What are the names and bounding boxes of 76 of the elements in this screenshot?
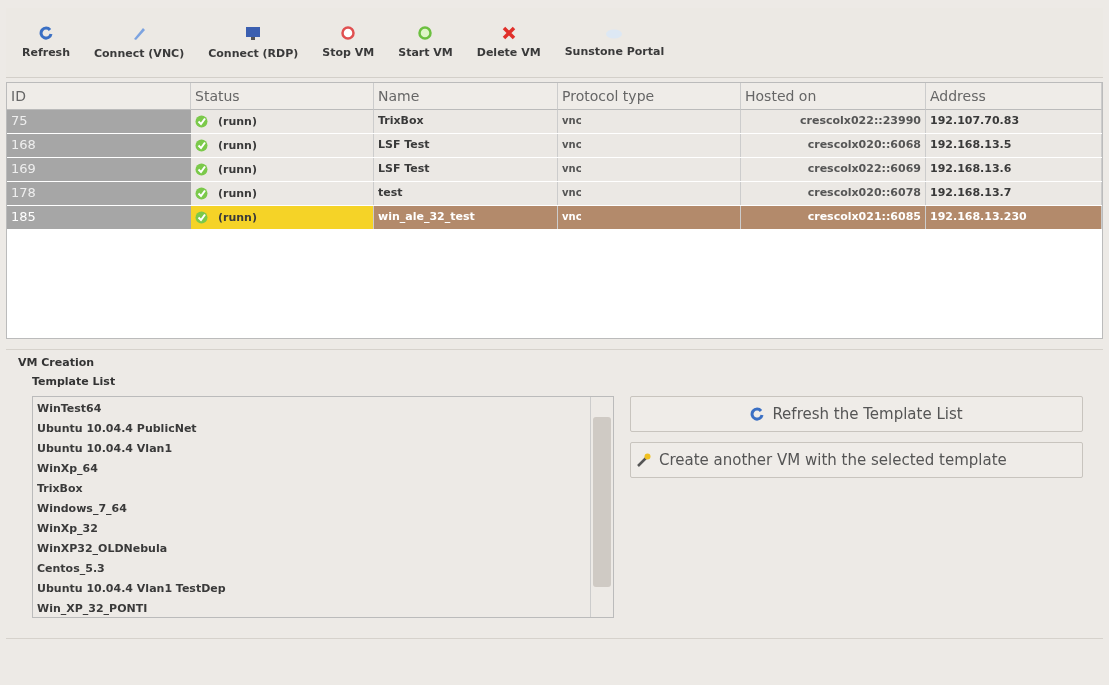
table-cell: vnc bbox=[558, 110, 741, 133]
check-icon bbox=[195, 211, 208, 224]
table-cell: LSF Test bbox=[374, 134, 558, 157]
table-cell: 192.168.13.230 bbox=[926, 206, 1102, 229]
template-item[interactable]: Ubuntu 10.04.4 PublicNet bbox=[37, 419, 586, 439]
stop-icon bbox=[341, 26, 356, 40]
toolbar-button[interactable]: Connect (VNC) bbox=[84, 23, 195, 62]
table-cell: 185 bbox=[7, 206, 191, 229]
column-header[interactable]: Hosted on bbox=[741, 83, 926, 110]
wand-icon bbox=[637, 453, 651, 467]
table-row[interactable]: 169 (runn) LSF Test vnc crescolx022::6069 192.168.13.6 bbox=[7, 158, 1102, 182]
table-cell: 169 bbox=[7, 158, 191, 181]
status-text: (runn) bbox=[218, 185, 257, 202]
table-cell: test bbox=[374, 182, 558, 205]
template-item[interactable]: TrixBox bbox=[37, 479, 586, 499]
list-label: Template List bbox=[32, 375, 117, 388]
status-text: (runn) bbox=[218, 113, 257, 130]
toolbar-button[interactable]: Refresh bbox=[12, 24, 80, 61]
table-cell: LSF Test bbox=[374, 158, 558, 181]
delete-icon bbox=[501, 26, 516, 40]
table-cell: crescolx022::6069 bbox=[741, 158, 926, 181]
scrollbar[interactable] bbox=[590, 397, 613, 617]
action-button[interactable]: Refresh the Template List bbox=[630, 396, 1083, 432]
toolbar-button[interactable]: Start VM bbox=[388, 24, 463, 61]
status-text: (runn) bbox=[218, 209, 257, 226]
table-cell: 178 bbox=[7, 182, 191, 205]
table-cell: crescolx021::6085 bbox=[741, 206, 926, 229]
template-item[interactable]: Ubuntu 10.04.4 Vlan1 TestDep bbox=[37, 579, 586, 599]
template-item[interactable]: Centos_5.3 bbox=[37, 559, 586, 579]
toolbar-button[interactable]: Delete VM bbox=[466, 24, 551, 61]
column-header[interactable]: Status bbox=[191, 83, 374, 110]
table-cell: 192.107.70.83 bbox=[926, 110, 1102, 133]
table-cell: vnc bbox=[558, 134, 741, 157]
table-row[interactable]: 178 (runn) test vnc crescolx020::6078 192.168.13.7 bbox=[7, 182, 1102, 206]
table-cell: 192.168.13.6 bbox=[926, 158, 1102, 181]
table-cell: 192.168.13.5 bbox=[926, 134, 1102, 157]
table-cell: crescolx022::23990 bbox=[741, 110, 926, 133]
table-cell: 75 bbox=[7, 110, 191, 133]
template-item[interactable]: Win_XP_32_PONTI bbox=[37, 599, 586, 619]
check-icon bbox=[195, 115, 208, 128]
start-icon bbox=[418, 26, 433, 40]
column-header[interactable]: ID bbox=[7, 83, 191, 110]
status-text: (runn) bbox=[218, 161, 257, 178]
toolbar-button[interactable]: Stop VM bbox=[312, 24, 385, 61]
table-cell: vnc bbox=[558, 182, 741, 205]
refresh-icon bbox=[750, 407, 765, 421]
refresh-icon bbox=[39, 26, 53, 40]
table-cell: vnc bbox=[558, 206, 741, 229]
check-icon bbox=[195, 163, 208, 176]
toolbar-button[interactable]: Sunstone Portal bbox=[554, 25, 675, 60]
status-text: (runn) bbox=[218, 137, 257, 154]
action-button[interactable]: Create another VM with the selected template bbox=[630, 442, 1083, 478]
table-row[interactable]: 168 (runn) LSF Test vnc crescolx020::6068 192.168.13.5 bbox=[7, 134, 1102, 158]
table-row[interactable]: 185 (runn) win_ale_32_test vnc crescolx021::6085 192.168.13.230 bbox=[7, 206, 1102, 230]
table-cell: win_ale_32_test bbox=[374, 206, 558, 229]
table-cell: 192.168.13.7 bbox=[926, 182, 1102, 205]
toolbar-button[interactable]: Connect (RDP) bbox=[198, 23, 309, 62]
template-item[interactable]: Ubuntu 10.04.4 Vlan1 bbox=[37, 439, 586, 459]
template-item[interactable]: WinTest64 bbox=[37, 399, 586, 419]
monitor-icon bbox=[245, 25, 262, 41]
table-cell: 168 bbox=[7, 134, 191, 157]
table-cell: TrixBox bbox=[374, 110, 558, 133]
table-cell: crescolx020::6068 bbox=[741, 134, 926, 157]
column-header[interactable]: Protocol type bbox=[558, 83, 741, 110]
template-item[interactable]: WinXp_64 bbox=[37, 459, 586, 479]
column-header[interactable]: Address bbox=[926, 83, 1102, 110]
check-icon bbox=[195, 139, 208, 152]
table-cell: vnc bbox=[558, 158, 741, 181]
template-item[interactable]: WinXp_32 bbox=[37, 519, 586, 539]
check-icon bbox=[195, 187, 208, 200]
column-header[interactable]: Name bbox=[374, 83, 558, 110]
table-row[interactable]: 75 (runn) TrixBox vnc crescolx022::23990 192.107.70.83 bbox=[7, 110, 1102, 134]
table-cell: crescolx020::6078 bbox=[741, 182, 926, 205]
template-item[interactable]: WinXP32_OLDNebula bbox=[37, 539, 586, 559]
template-item[interactable]: Windows_7_64 bbox=[37, 499, 586, 519]
section-title: VM Creation bbox=[18, 356, 96, 369]
